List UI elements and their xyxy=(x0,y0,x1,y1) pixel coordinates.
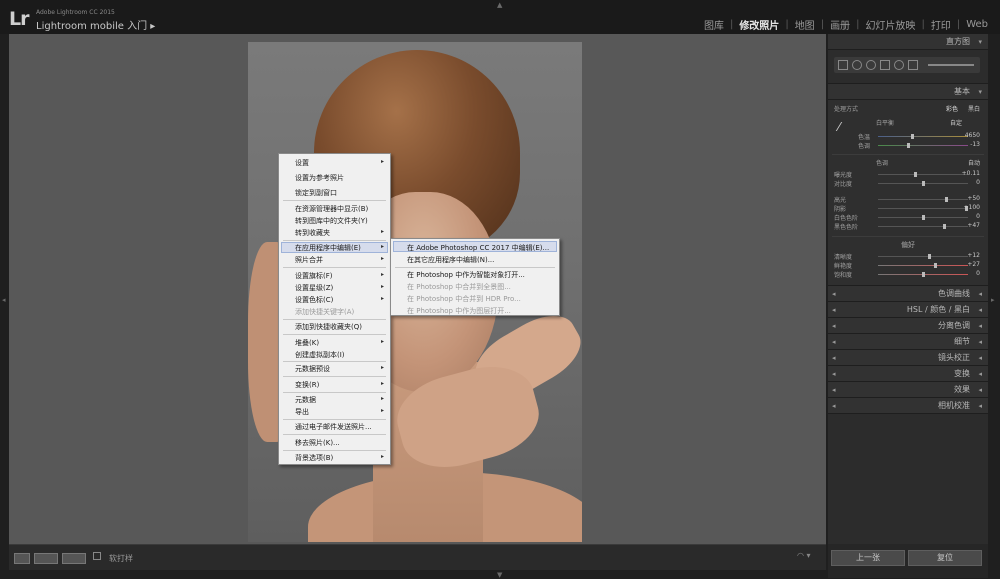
panel-split-toning[interactable]: ◂ 分离色调 ◂ xyxy=(828,318,988,334)
right-panel-strip: ▸ xyxy=(988,34,1000,544)
menu-item-background-options[interactable]: 背景选项(B) xyxy=(295,453,333,463)
mobile-label[interactable]: Lightroom mobile 入门 ▸ xyxy=(36,17,155,32)
module-map[interactable]: 地图 xyxy=(789,17,821,32)
panel-effects[interactable]: ◂ 效果 ◂ xyxy=(828,382,988,398)
graduated-filter-icon[interactable] xyxy=(880,60,890,70)
module-book[interactable]: 画册 xyxy=(824,17,856,32)
softproof-label: 软打样 xyxy=(109,554,133,563)
presence-label: 偏好 xyxy=(901,241,915,249)
menu-item-goto-collection[interactable]: 转到收藏夹 xyxy=(295,228,330,238)
before-after-swap-button[interactable] xyxy=(62,553,86,564)
panel-lens-corrections[interactable]: ◂ 镜头校正 ◂ xyxy=(828,350,988,366)
temp-slider[interactable]: 色温 4650 xyxy=(828,132,988,141)
histogram xyxy=(828,50,988,84)
tone-auto-button[interactable]: 自动 xyxy=(968,158,980,167)
menu-item-remove-photo[interactable]: 移去照片(K)... xyxy=(295,438,340,448)
previous-button[interactable]: 上一张 xyxy=(831,550,905,566)
menu-item-metadata[interactable]: 元数据 xyxy=(295,395,316,405)
highlights-slider[interactable]: 高光 +50 xyxy=(828,195,988,204)
menu-item-metadata-presets[interactable]: 元数据预设 xyxy=(295,364,330,374)
spot-removal-icon[interactable] xyxy=(852,60,862,70)
basic-header[interactable]: 基本 ▾ xyxy=(828,84,988,100)
softproof-checkbox[interactable] xyxy=(93,552,101,560)
whites-slider[interactable]: 白色色阶 0 xyxy=(828,213,988,222)
panel-camera-calibration[interactable]: ◂ 相机校准 ◂ xyxy=(828,398,988,414)
tint-slider[interactable]: 色调 -13 xyxy=(828,141,988,150)
develop-tool-strip xyxy=(834,57,980,73)
clarity-slider[interactable]: 清晰度 +12 xyxy=(828,252,988,261)
histogram-header[interactable]: 直方图 ▾ xyxy=(828,34,988,50)
reset-button[interactable]: 复位 xyxy=(908,550,982,566)
submenu-item-smart-object[interactable]: 在 Photoshop 中作为智能对象打开... xyxy=(407,270,525,280)
menu-item-goto-folder[interactable]: 转到图库中的文件夹(Y) xyxy=(295,216,368,226)
wb-value[interactable]: 自定 xyxy=(950,118,962,127)
submenu-item-other-app[interactable]: 在其它应用程序中编辑(N)... xyxy=(407,255,494,265)
wb-label: 白平衡 xyxy=(876,120,895,127)
submenu-item-panorama: 在 Photoshop 中合并到全景图... xyxy=(407,283,511,291)
crop-tool-icon[interactable] xyxy=(838,60,848,70)
blacks-slider[interactable]: 黑色色阶 +47 xyxy=(828,222,988,231)
module-picker: 图库 | 修改照片 | 地图 | 画册 | 幻灯片放映 | 打印 | Web xyxy=(698,17,994,32)
saturation-slider[interactable]: 饱和度 0 xyxy=(828,270,988,279)
menu-item-add-quick-collection[interactable]: 添加到快捷收藏夹(Q) xyxy=(295,322,362,332)
right-panel: 直方图 ▾ 基本 ▾ 处理方式 彩色 黑白 ⁄ 白平衡 自定 色温 4650 色调 -1… xyxy=(828,34,988,544)
red-eye-icon[interactable] xyxy=(866,60,876,70)
menu-item-settings[interactable]: 设置 xyxy=(295,158,309,168)
menu-item-transform[interactable]: 变换(R) xyxy=(295,380,319,390)
treatment-label: 处理方式 xyxy=(834,106,859,113)
module-web[interactable]: Web xyxy=(960,19,994,30)
menu-item-show-explorer[interactable]: 在资源管理器中显示(B) xyxy=(295,204,368,214)
radial-filter-icon[interactable] xyxy=(894,60,904,70)
exposure-slider[interactable]: 曝光度 +0.11 xyxy=(828,170,988,179)
panel-transform[interactable]: ◂ 变换 ◂ xyxy=(828,366,988,382)
menu-item-stack[interactable]: 堆叠(K) xyxy=(295,338,319,348)
tool-slider[interactable] xyxy=(928,64,974,66)
tone-label: 色调 xyxy=(876,160,889,167)
menu-item-add-keyword: 添加快捷关键字(A) xyxy=(295,308,355,316)
menu-item-lock-secondary[interactable]: 锁定到副窗口 xyxy=(295,188,337,198)
left-panel-strip: ◂ xyxy=(0,34,9,544)
vibrance-slider[interactable]: 鲜艳度 +27 xyxy=(828,261,988,270)
module-slideshow[interactable]: 幻灯片放映 xyxy=(859,17,921,32)
contrast-slider[interactable]: 对比度 0 xyxy=(828,179,988,188)
menu-item-set-color[interactable]: 设置色标(C) xyxy=(295,295,333,305)
menu-item-set-rating[interactable]: 设置星级(Z) xyxy=(295,283,333,293)
panel-hsl[interactable]: ◂ HSL / 颜色 / 黑白 ◂ xyxy=(828,302,988,318)
module-print[interactable]: 打印 xyxy=(925,17,957,32)
menu-item-photo-merge[interactable]: 照片合并 xyxy=(295,255,323,265)
treatment-bw-button[interactable]: 黑白 xyxy=(968,104,980,113)
bottom-toolbar: 软打样 ◠ ▾ xyxy=(9,544,826,570)
treatment-color-button[interactable]: 彩色 xyxy=(946,104,958,113)
edit-in-submenu: 在 Adobe Photoshop CC 2017 中编辑(E)... 在其它应… xyxy=(390,238,560,316)
top-bar: Lr Adobe Lightroom CC 2015 Lightroom mob… xyxy=(0,0,1000,34)
submenu-item-hdr: 在 Photoshop 中合并到 HDR Pro... xyxy=(407,295,521,303)
panel-tone-curve[interactable]: ◂ 色调曲线 ◂ xyxy=(828,286,988,302)
module-develop[interactable]: 修改照片 xyxy=(733,17,785,32)
left-panel-toggle-icon[interactable]: ◂ xyxy=(2,296,6,304)
brush-tool-icon[interactable] xyxy=(908,60,918,70)
edition-label: Adobe Lightroom CC 2015 xyxy=(36,9,115,16)
menu-item-edit-in[interactable]: 在应用程序中编辑(E) xyxy=(295,243,361,253)
context-menu: 设置 ▸ 设置为参考照片 锁定到副窗口 在资源管理器中显示(B) 转到图库中的文件… xyxy=(278,153,391,465)
loupe-view-button[interactable] xyxy=(14,553,30,564)
toolbar-menu-icon[interactable]: ◠ ▾ xyxy=(797,551,811,560)
lightroom-logo: Lr xyxy=(9,8,30,30)
menu-item-virtual-copy[interactable]: 创建虚拟副本(I) xyxy=(295,350,345,360)
before-after-button[interactable] xyxy=(34,553,58,564)
shadows-slider[interactable]: 阴影 +100 xyxy=(828,204,988,213)
menu-item-email[interactable]: 通过电子邮件发送照片... xyxy=(295,422,372,432)
top-panel-toggle-icon[interactable]: ▲ xyxy=(497,1,502,9)
menu-item-set-reference[interactable]: 设置为参考照片 xyxy=(295,173,344,183)
submenu-item-layers: 在 Photoshop 中作为图层打开... xyxy=(407,307,511,315)
module-library[interactable]: 图库 xyxy=(698,17,730,32)
menu-item-set-flag[interactable]: 设置旗标(F) xyxy=(295,271,333,281)
basic-panel: 处理方式 彩色 黑白 ⁄ 白平衡 自定 色温 4650 色调 -13 色调 自动 曝… xyxy=(828,100,988,286)
panel-detail[interactable]: ◂ 细节 ◂ xyxy=(828,334,988,350)
menu-item-export[interactable]: 导出 xyxy=(295,407,309,417)
right-panel-toggle-icon[interactable]: ▸ xyxy=(991,296,995,304)
submenu-item-photoshop[interactable]: 在 Adobe Photoshop CC 2017 中编辑(E)... xyxy=(407,243,549,253)
